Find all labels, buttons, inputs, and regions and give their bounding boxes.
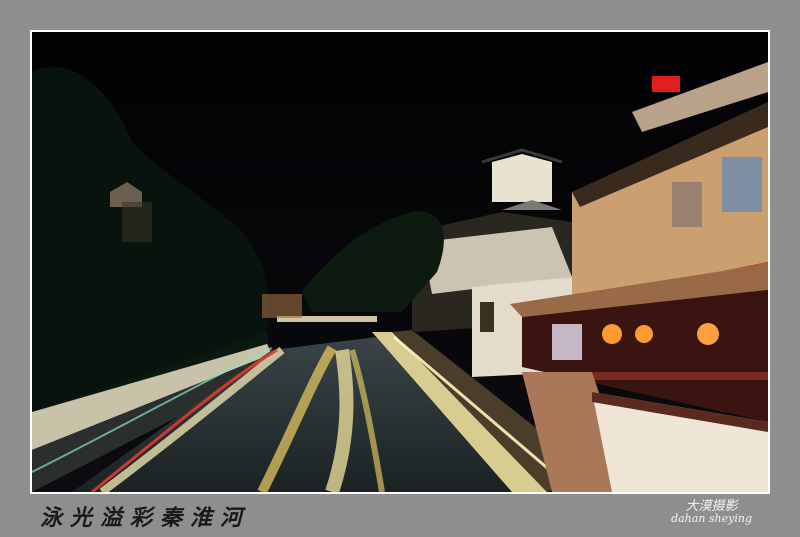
red-lantern-top [652,76,680,92]
canal-scene [32,32,768,492]
night-canal-photo [32,32,768,492]
photographer-signature: 大漠摄影 dahan sheying [671,500,752,524]
lantern [602,324,622,344]
photo-caption: 泳光溢彩秦淮河 [40,505,251,531]
signature-latin: dahan sheying [671,512,752,525]
